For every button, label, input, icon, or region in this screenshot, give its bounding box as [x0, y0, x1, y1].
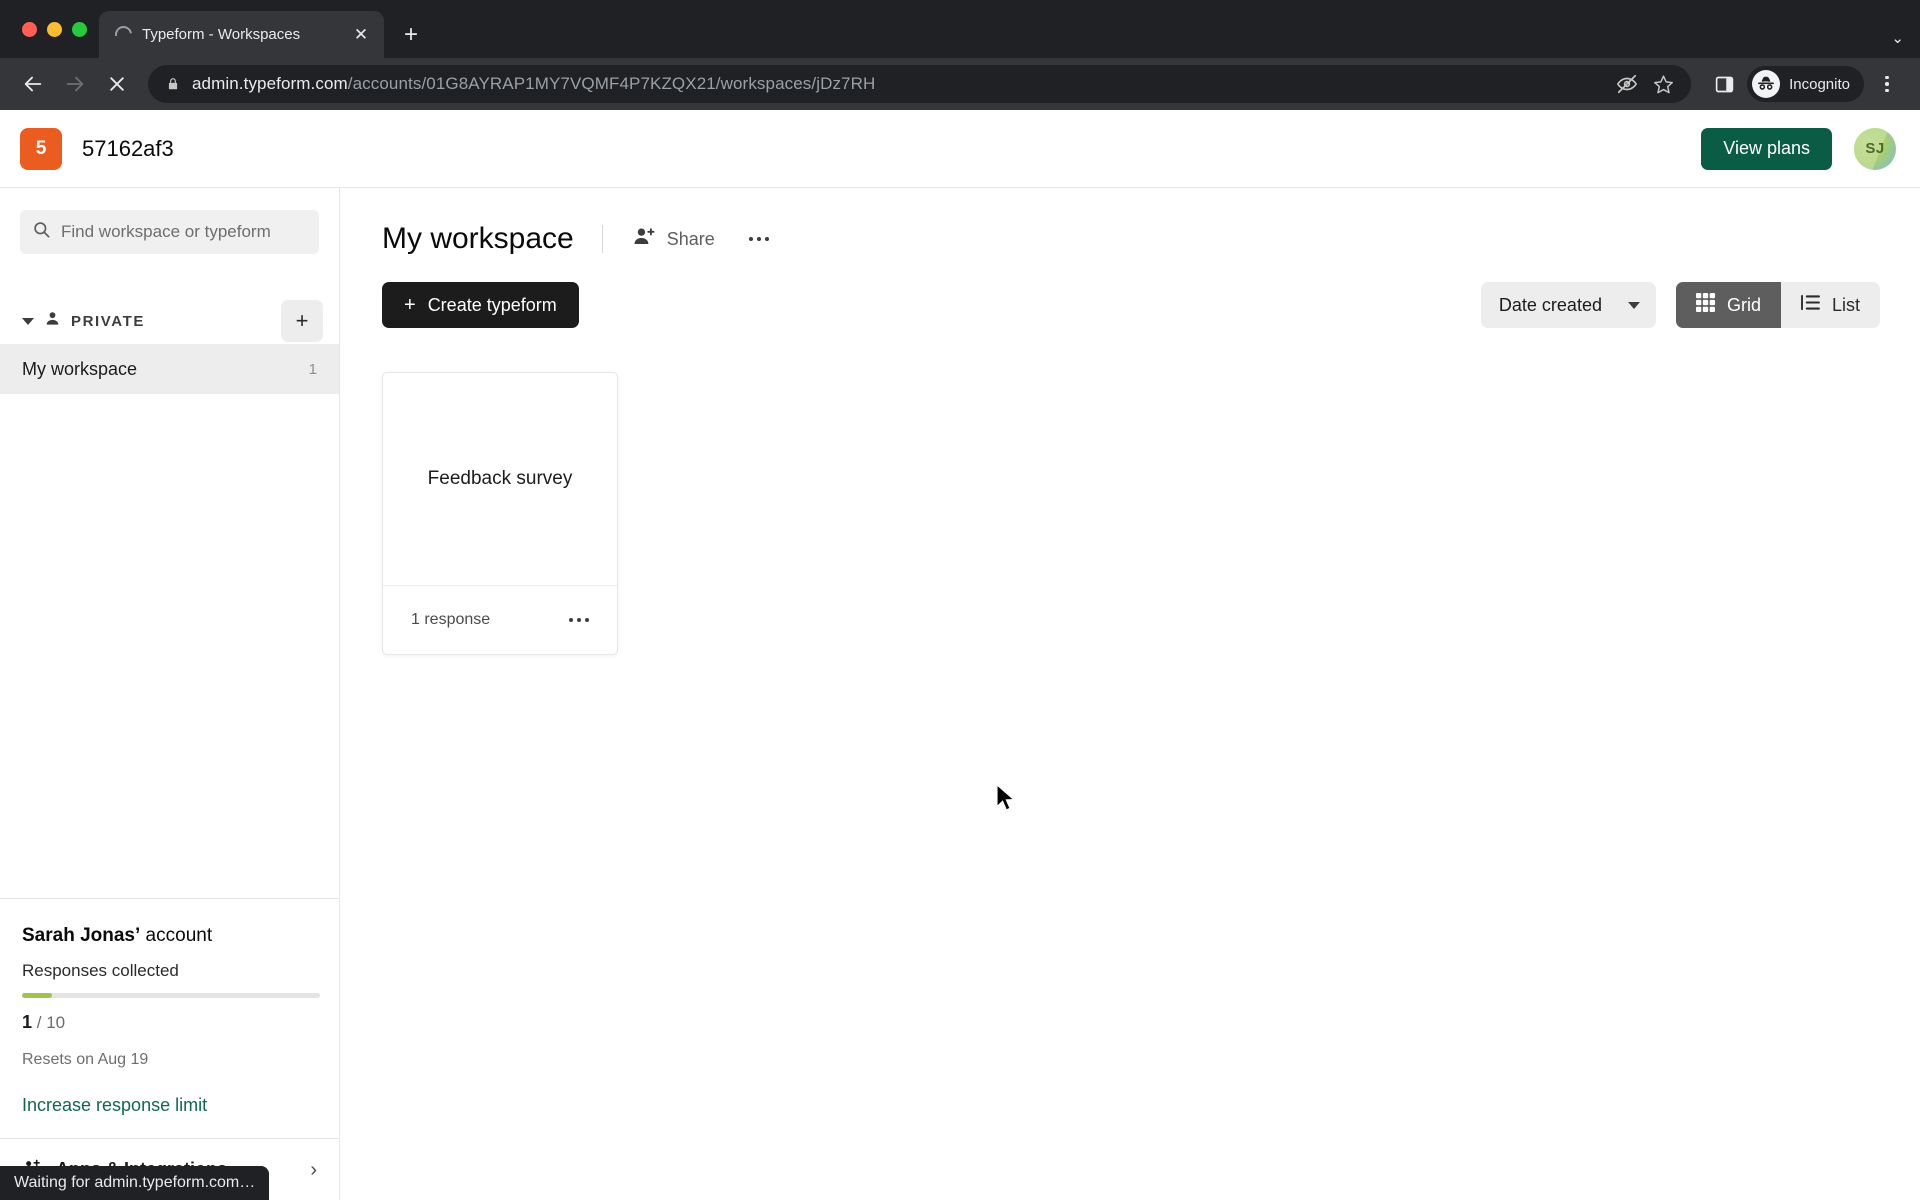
lock-icon: [166, 76, 180, 92]
workspace-header: My workspace Share: [382, 216, 1880, 262]
responses-reset-date: Resets on Aug 19: [22, 1051, 149, 1068]
create-typeform-button[interactable]: + Create typeform: [382, 282, 579, 328]
browser-toolbar: admin.typeform.com/accounts/01G8AYRAP1MY…: [0, 58, 1920, 110]
grid-view-button[interactable]: Grid: [1675, 282, 1781, 328]
window-controls: [14, 0, 99, 58]
account-owner-title: Sarah Jonas’ account: [22, 925, 317, 947]
url-path: /accounts/01G8AYRAP1MY7VQMF4P7KZQX21/wor…: [347, 74, 876, 93]
private-section-label: PRIVATE: [71, 312, 145, 330]
app-body: PRIVATE + My workspace 1 Sarah Jonas’ ac…: [0, 188, 1920, 1200]
account-owner-name: Sarah Jonas’: [22, 925, 141, 946]
browser-tab[interactable]: Typeform - Workspaces ✕: [99, 11, 384, 58]
account-name: 57162af3: [82, 135, 174, 161]
tab-title: Typeform - Workspaces: [142, 26, 301, 43]
view-mode-toggle: Grid List: [1675, 282, 1880, 328]
responses-progress-bar: [22, 993, 320, 998]
share-label: Share: [666, 228, 715, 249]
incognito-profile-pill[interactable]: Incognito: [1747, 66, 1864, 102]
share-button[interactable]: Share: [631, 222, 717, 256]
account-badge[interactable]: 5: [20, 127, 62, 170]
increase-response-limit-link[interactable]: Increase response limit: [22, 1095, 317, 1116]
responses-count: 1 / 10: [22, 1012, 317, 1033]
plus-icon: +: [404, 294, 416, 316]
avatar-initials: SJ: [1865, 140, 1885, 157]
chevron-down-icon[interactable]: [22, 317, 34, 325]
search-input[interactable]: [61, 222, 307, 242]
tab-search-chevron-icon[interactable]: ⌄: [1891, 31, 1904, 46]
workspace-more-options-button[interactable]: [745, 229, 774, 250]
typeform-card[interactable]: Feedback survey 1 response: [382, 372, 618, 655]
person-icon: [44, 310, 61, 332]
list-icon: [1801, 294, 1820, 316]
chevron-right-icon: ›: [310, 1158, 317, 1181]
responses-limit: / 10: [36, 1013, 66, 1032]
browser-status-bar: Waiting for admin.typeform.com…: [0, 1166, 270, 1200]
responses-used: 1: [22, 1012, 33, 1032]
workspace-toolbar: + Create typeform Date created Grid List: [382, 282, 1880, 328]
stop-loading-button[interactable]: [98, 65, 136, 103]
incognito-icon: [1752, 70, 1781, 98]
tracking-protection-icon[interactable]: [1611, 68, 1643, 100]
omnibox-actions: [1611, 68, 1679, 100]
user-avatar[interactable]: SJ: [1854, 127, 1896, 170]
mouse-cursor: [996, 783, 1018, 819]
divider: [601, 225, 603, 253]
maximize-window-button[interactable]: [72, 21, 87, 37]
sort-dropdown[interactable]: Date created: [1480, 282, 1656, 328]
list-view-label: List: [1831, 294, 1860, 315]
add-workspace-button[interactable]: +: [281, 300, 323, 342]
main-content: My workspace Share + Create typeform Dat…: [340, 188, 1920, 1200]
app-header: 5 57162af3 View plans SJ: [0, 110, 1920, 188]
private-section-header[interactable]: PRIVATE +: [0, 298, 339, 344]
typeform-more-options-button[interactable]: [567, 610, 592, 631]
toolbar-right-actions: Incognito: [1705, 65, 1906, 103]
minimize-window-button[interactable]: [47, 21, 62, 37]
address-bar[interactable]: admin.typeform.com/accounts/01G8AYRAP1MY…: [148, 65, 1692, 103]
url-domain: admin.typeform.com: [192, 74, 348, 93]
view-plans-button[interactable]: View plans: [1701, 127, 1832, 170]
typeform-app: 5 57162af3 View plans SJ Find workspace …: [0, 110, 1920, 1200]
account-owner-suffix: account: [140, 925, 213, 946]
add-person-icon: [633, 226, 656, 252]
incognito-label: Incognito: [1789, 75, 1850, 93]
browser-menu-button[interactable]: [1868, 65, 1906, 103]
create-typeform-label: Create typeform: [427, 294, 557, 315]
sidebar: PRIVATE + My workspace 1 Sarah Jonas’ ac…: [0, 188, 340, 1200]
bookmark-star-icon[interactable]: [1647, 68, 1679, 100]
list-view-button[interactable]: List: [1781, 282, 1880, 328]
typeform-title: Feedback survey: [427, 467, 573, 489]
browser-window: Typeform - Workspaces ✕ + ⌄ admin.typefo…: [0, 0, 1920, 1200]
close-window-button[interactable]: [22, 21, 37, 37]
loading-spinner-icon: [111, 22, 136, 47]
forward-button[interactable]: [56, 65, 94, 103]
back-button[interactable]: [14, 65, 52, 103]
app-header-actions: View plans SJ: [1701, 127, 1896, 170]
grid-icon: [1695, 293, 1715, 317]
view-controls: Date created Grid List: [1480, 282, 1880, 328]
page-title: My workspace: [382, 222, 574, 255]
workspace-count: 1: [308, 360, 317, 378]
responses-progress-fill: [22, 993, 52, 998]
workspace-name: My workspace: [22, 358, 138, 379]
workspace-search[interactable]: [20, 210, 319, 254]
chevron-down-icon: [1627, 301, 1640, 309]
url-text: admin.typeform.com/accounts/01G8AYRAP1MY…: [192, 74, 875, 94]
search-icon: [32, 220, 51, 244]
typeform-card-preview[interactable]: Feedback survey: [383, 373, 617, 586]
new-tab-button[interactable]: +: [394, 18, 428, 52]
sidebar-item-my-workspace[interactable]: My workspace 1: [0, 344, 339, 394]
sort-label: Date created: [1498, 294, 1602, 315]
account-usage-panel: Sarah Jonas’ account Responses collected…: [0, 898, 339, 1138]
responses-collected-label: Responses collected: [22, 961, 179, 980]
browser-tabstrip: Typeform - Workspaces ✕ + ⌄: [0, 0, 1920, 58]
typeform-grid: Feedback survey 1 response: [382, 372, 1880, 655]
side-panel-icon[interactable]: [1705, 65, 1743, 103]
close-tab-button[interactable]: ✕: [348, 22, 374, 48]
typeform-card-footer: 1 response: [383, 586, 617, 654]
kebab-vertical-icon: [1885, 75, 1889, 93]
grid-view-label: Grid: [1726, 294, 1761, 315]
typeform-response-count: 1 response: [411, 611, 491, 628]
